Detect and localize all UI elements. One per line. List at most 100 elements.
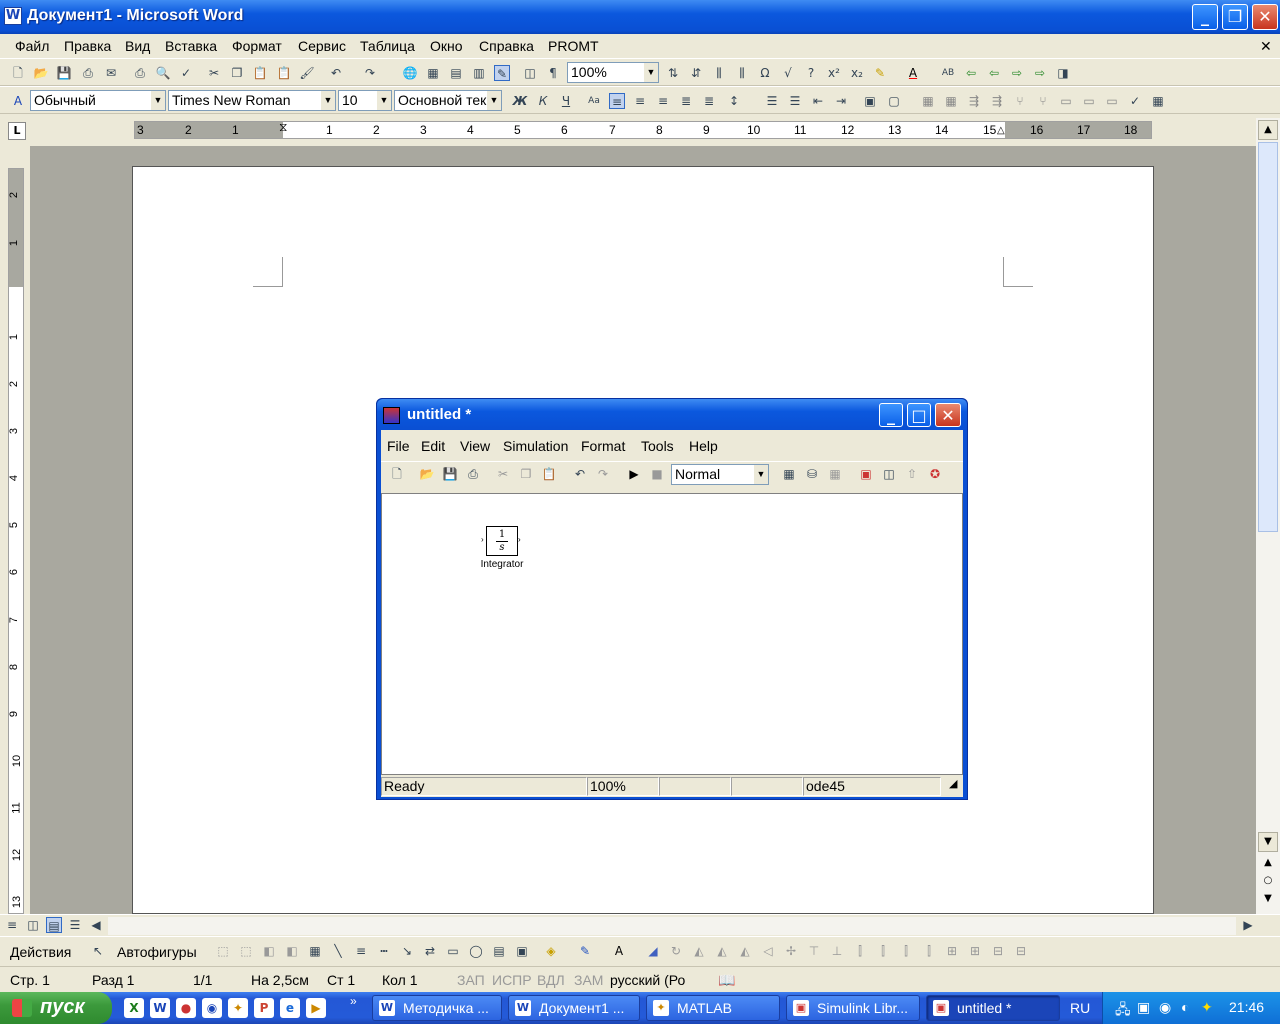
align-tool10-icon[interactable]: ⊟ <box>990 943 1006 959</box>
drawing-icon[interactable]: ✎ <box>494 65 510 81</box>
arrow-style-icon[interactable]: ⇄ <box>422 943 438 959</box>
permission-icon[interactable]: ⎙ <box>80 65 96 81</box>
columns-icon[interactable]: ⫼ <box>711 65 727 81</box>
sim-open-icon[interactable]: 📂 <box>419 466 435 482</box>
flip-icon[interactable]: ◭ <box>691 943 707 959</box>
browse-object-icon[interactable]: ○ <box>1258 872 1278 892</box>
sim-menu-format[interactable]: Format <box>581 438 625 454</box>
menu-file[interactable]: Файл <box>15 38 49 54</box>
sim-parent-icon[interactable]: ⇧ <box>904 466 920 482</box>
bullets-icon[interactable]: ☰ <box>787 93 803 109</box>
scroll-left-icon[interactable]: ◀ <box>88 917 104 933</box>
status-rec[interactable]: ЗАП <box>457 972 485 988</box>
word-icon[interactable]: W <box>150 998 170 1018</box>
more-icon[interactable]: » <box>350 994 357 1008</box>
fill-color-icon[interactable]: ◈ <box>543 943 559 959</box>
font-color-icon[interactable]: A <box>905 65 921 81</box>
align-tool3-icon[interactable]: ⊥ <box>829 943 845 959</box>
align-left-icon[interactable]: ≡ <box>609 93 625 109</box>
sim-explorer-icon[interactable]: ◫ <box>881 466 897 482</box>
arrow-icon[interactable]: ↘ <box>399 943 415 959</box>
subscript-icon[interactable]: x₂ <box>849 65 865 81</box>
research-icon[interactable]: ▦ <box>1150 93 1166 109</box>
status-ovr[interactable]: ЗАМ <box>574 972 603 988</box>
scroll-thumb[interactable] <box>1258 142 1278 532</box>
vertical-scrollbar[interactable]: ▲ ▼ ▲ ○ ▼ <box>1256 118 1280 914</box>
simulink-app-icon[interactable] <box>383 407 400 424</box>
oval-icon[interactable]: ◯ <box>468 943 484 959</box>
arrow-left-icon[interactable]: ⇦ <box>963 65 979 81</box>
table-tool9-icon[interactable]: ▭ <box>1104 93 1120 109</box>
sim-new-icon[interactable]: 🗋 <box>389 466 405 482</box>
table-tool3-icon[interactable]: ⇶ <box>966 93 982 109</box>
flip3-icon[interactable]: ◭ <box>737 943 753 959</box>
underline-button[interactable]: Ч <box>558 93 574 109</box>
select-pointer-icon[interactable]: ↖ <box>90 943 106 959</box>
outline-view-icon[interactable]: ☰ <box>67 917 83 933</box>
format-painter-icon[interactable]: 🖌 <box>299 65 315 81</box>
outside-border-icon[interactable]: ▢ <box>886 93 902 109</box>
save-icon[interactable]: 💾 <box>56 65 72 81</box>
table-tool8-icon[interactable]: ▭ <box>1081 93 1097 109</box>
redo-icon[interactable]: ↷ <box>362 65 378 81</box>
chevron-down-icon[interactable]: ▼ <box>151 91 165 110</box>
document-map-icon[interactable]: ◫ <box>522 65 538 81</box>
sim-menu-edit[interactable]: Edit <box>421 438 445 454</box>
insert-table-icon[interactable]: ▤ <box>448 65 464 81</box>
align-tool-icon[interactable]: ✢ <box>783 943 799 959</box>
font-size-combo[interactable]: 10 ▼ <box>338 90 392 111</box>
flip2-icon[interactable]: ◭ <box>714 943 730 959</box>
numbering-icon[interactable]: ☰ <box>764 93 780 109</box>
vertical-ruler[interactable]: 2 1 1 2 3 4 5 6 7 8 9 10 11 12 13 <box>8 168 24 914</box>
scroll-down-icon[interactable]: ▼ <box>1258 832 1278 852</box>
sim-minimize-icon[interactable]: _ <box>879 403 903 427</box>
print-layout-icon[interactable]: ▤ <box>46 917 62 933</box>
email-icon[interactable]: ✉ <box>103 65 119 81</box>
sim-menu-simulation[interactable]: Simulation <box>503 438 568 454</box>
sim-build-sub-icon[interactable]: ▦ <box>827 466 843 482</box>
draw-font-color-icon[interactable]: A <box>611 943 627 959</box>
textbox-icon[interactable]: ▤ <box>491 943 507 959</box>
rectangle-icon[interactable]: ▭ <box>445 943 461 959</box>
menu-format[interactable]: Формат <box>232 38 282 54</box>
matlab-tray-icon[interactable]: ✦ <box>1201 999 1213 1016</box>
align-tool11-icon[interactable]: ⊟ <box>1013 943 1029 959</box>
dash-style-icon[interactable]: ┅ <box>376 943 392 959</box>
antivirus-icon[interactable]: ◉ <box>1159 999 1171 1016</box>
align-tool6-icon[interactable]: ⫿ <box>898 943 914 959</box>
sim-update-icon[interactable]: ⛁ <box>804 466 820 482</box>
status-trk[interactable]: ИСПР <box>492 972 532 988</box>
copy-icon[interactable]: ❐ <box>229 65 245 81</box>
send-back-icon[interactable]: ◧ <box>284 943 300 959</box>
menu-table[interactable]: Таблица <box>360 38 415 54</box>
border-icon[interactable]: ▣ <box>862 93 878 109</box>
styles-pane-icon[interactable]: A <box>10 93 26 109</box>
language-indicator[interactable]: RU <box>1070 1000 1090 1016</box>
hyperlink-icon[interactable]: 🌐 <box>402 65 418 81</box>
italic-button[interactable]: К <box>535 93 551 109</box>
sim-menu-tools[interactable]: Tools <box>641 438 674 454</box>
style-combo[interactable]: Обычный ▼ <box>30 90 166 111</box>
menu-insert[interactable]: Вставка <box>165 38 217 54</box>
line-spacing-icon[interactable]: ↕ <box>726 93 742 109</box>
sim-start-icon[interactable]: ▶ <box>626 466 642 482</box>
cut-icon[interactable]: ✂ <box>206 65 222 81</box>
sim-maximize-icon[interactable]: □ <box>907 403 931 427</box>
paste-special-icon[interactable]: 📋 <box>276 65 292 81</box>
clock[interactable]: 21:46 <box>1229 999 1264 1015</box>
align-right-icon[interactable]: ≡ <box>655 93 671 109</box>
input-port-icon[interactable]: › <box>481 535 484 544</box>
help-icon[interactable]: ? <box>803 65 819 81</box>
resize-grip-icon[interactable]: ◢ <box>947 777 963 796</box>
integrator-block[interactable]: 1 s <box>486 526 518 556</box>
sim-save-icon[interactable]: 💾 <box>442 466 458 482</box>
network-icon[interactable]: 🖧 <box>1115 999 1131 1023</box>
word-app-icon[interactable]: W <box>4 7 22 25</box>
equation-icon[interactable]: √ <box>780 65 796 81</box>
line-color-icon[interactable]: ✎ <box>577 943 593 959</box>
sim-close-icon[interactable]: ✕ <box>935 403 961 427</box>
sim-debug-icon[interactable]: ✪ <box>927 466 943 482</box>
scroll-right-icon[interactable]: ▶ <box>1240 917 1256 933</box>
sim-build-icon[interactable]: ▦ <box>781 466 797 482</box>
table-tool4-icon[interactable]: ⇶ <box>989 93 1005 109</box>
